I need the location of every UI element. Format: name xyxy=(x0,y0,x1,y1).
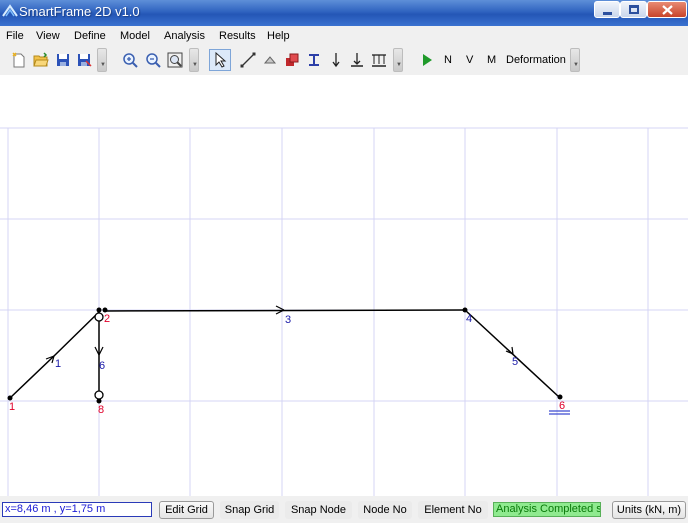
save-as-icon[interactable] xyxy=(76,52,92,68)
element-label: 3 xyxy=(285,314,291,326)
material-icon[interactable] xyxy=(284,52,300,68)
chevron-down-icon: ▼ xyxy=(100,62,106,68)
frame-model[interactable]: 1 2 4 6 8 1 3 5 6 xyxy=(0,75,688,496)
close-button[interactable] xyxy=(647,1,687,18)
run-analysis-icon[interactable] xyxy=(419,52,435,68)
element-label: 5 xyxy=(512,356,518,368)
edit-grid-button[interactable]: Edit Grid xyxy=(159,501,214,519)
menu-model[interactable]: Model xyxy=(120,30,150,42)
drawing-canvas[interactable]: 1 2 4 6 8 1 3 5 6 xyxy=(0,75,688,496)
node-6[interactable] xyxy=(557,394,563,400)
element-no-toggle[interactable]: Element No xyxy=(418,501,488,519)
zoom-extents-icon[interactable] xyxy=(167,52,183,68)
node-2[interactable] xyxy=(96,307,102,313)
window-title: SmartFrame 2D v1.0 xyxy=(19,4,140,19)
title-bar: SmartFrame 2D v1.0 xyxy=(0,0,688,26)
node-label: 8 xyxy=(98,404,104,416)
coordinate-readout: x=8,46 m , y=1,75 m xyxy=(2,502,152,517)
deformation-button[interactable]: Deformation xyxy=(506,54,566,66)
toolbar-overflow-button-4[interactable]: ▼ xyxy=(570,48,580,72)
hinge-top xyxy=(94,312,104,322)
menu-define[interactable]: Define xyxy=(74,30,106,42)
select-tool-button[interactable] xyxy=(209,49,231,71)
close-icon xyxy=(662,5,673,15)
node-label: 4 xyxy=(466,313,472,325)
draw-element-icon[interactable] xyxy=(240,52,256,68)
toolbar-overflow-button-2[interactable]: ▼ xyxy=(189,48,199,72)
menu-bar: File View Define Model Analysis Results … xyxy=(0,26,688,45)
distributed-load-icon[interactable] xyxy=(371,52,387,68)
menu-file[interactable]: File xyxy=(6,30,24,42)
moment-button[interactable]: M xyxy=(487,54,496,66)
section-icon[interactable] xyxy=(306,52,322,68)
new-file-icon[interactable] xyxy=(11,52,27,68)
menu-analysis[interactable]: Analysis xyxy=(164,30,205,42)
nodal-load-icon[interactable] xyxy=(349,52,365,68)
zoom-out-icon[interactable] xyxy=(145,52,161,68)
menu-view[interactable]: View xyxy=(36,30,60,42)
minimize-button[interactable] xyxy=(594,1,620,18)
node-label: 2 xyxy=(104,313,110,325)
node-4[interactable] xyxy=(462,307,468,313)
grid xyxy=(0,127,688,496)
toolbar: ▼ ▼ ▼ N V M Deformation ▼ xyxy=(0,45,688,76)
support-icon[interactable] xyxy=(262,52,278,68)
snap-node-toggle[interactable]: Snap Node xyxy=(285,501,352,519)
maximize-button[interactable] xyxy=(620,1,647,18)
member-1[interactable] xyxy=(9,310,101,399)
node-label: 1 xyxy=(9,401,15,413)
analysis-status: Analysis Completed su xyxy=(493,502,601,517)
member-3[interactable] xyxy=(103,309,466,312)
element-label: 1 xyxy=(55,358,61,370)
zoom-in-icon[interactable] xyxy=(122,52,138,68)
status-bar: x=8,46 m , y=1,75 m Edit Grid Snap Grid … xyxy=(0,496,688,523)
menu-help[interactable]: Help xyxy=(267,30,290,42)
chevron-down-icon: ▼ xyxy=(396,62,402,68)
toolbar-overflow-button[interactable]: ▼ xyxy=(97,48,107,72)
toolbar-overflow-button-3[interactable]: ▼ xyxy=(393,48,403,72)
normal-force-button[interactable]: N xyxy=(444,54,452,66)
node-label: 6 xyxy=(559,400,565,412)
units-button[interactable]: Units (kN, m) xyxy=(612,501,686,519)
shear-force-button[interactable]: V xyxy=(466,54,473,66)
snap-grid-toggle[interactable]: Snap Grid xyxy=(220,501,279,519)
element-label: 6 xyxy=(99,360,105,372)
node-1[interactable] xyxy=(7,395,13,401)
menu-results[interactable]: Results xyxy=(219,30,256,42)
save-icon[interactable] xyxy=(55,52,71,68)
chevron-down-icon: ▼ xyxy=(192,62,198,68)
point-load-icon[interactable] xyxy=(328,52,344,68)
app-icon xyxy=(2,4,18,17)
hinge-bottom xyxy=(94,390,104,400)
open-folder-icon[interactable] xyxy=(33,52,49,68)
node-no-toggle[interactable]: Node No xyxy=(358,501,412,519)
chevron-down-icon: ▼ xyxy=(573,62,579,68)
node-3[interactable] xyxy=(102,307,108,313)
pointer-icon xyxy=(215,52,227,68)
